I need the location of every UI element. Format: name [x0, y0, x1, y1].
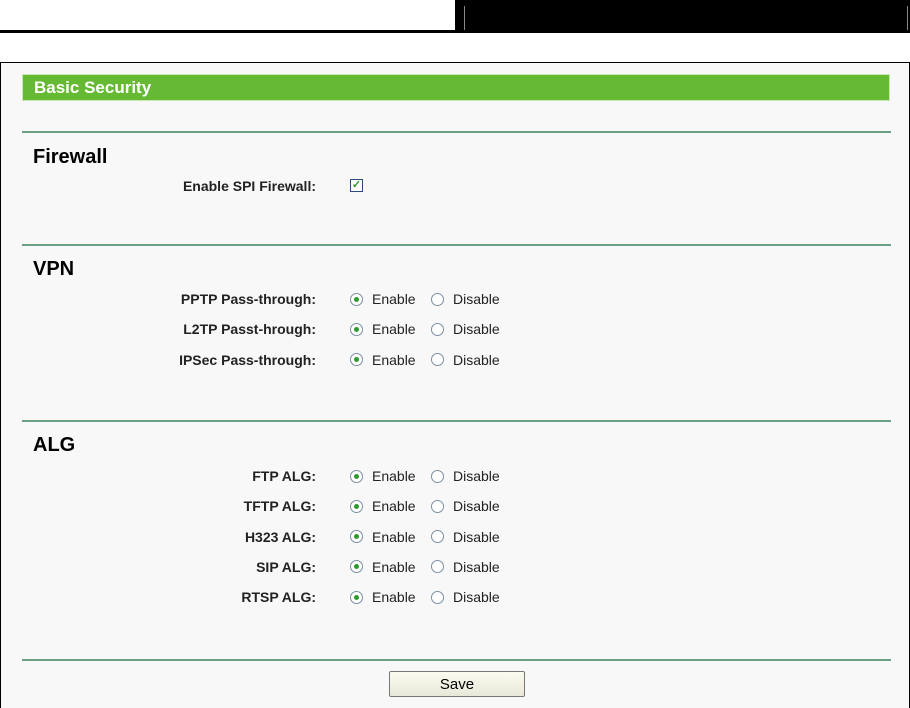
setting-label: H323 ALG: — [244, 528, 316, 545]
setting-row: FTP ALG: Enable Disable — [1, 468, 901, 488]
enable-option[interactable]: Enable — [350, 498, 416, 514]
enable-option[interactable]: Enable — [350, 468, 416, 484]
enable-option[interactable]: Enable — [350, 529, 416, 545]
enable-option[interactable]: Enable — [350, 321, 416, 337]
disable-option[interactable]: Disable — [431, 559, 500, 575]
disable-radio[interactable] — [431, 353, 444, 367]
enable-option[interactable]: Enable — [350, 559, 416, 575]
setting-label: TFTP ALG: — [243, 498, 316, 515]
divider — [22, 659, 891, 661]
enable-radio[interactable] — [350, 560, 363, 574]
enable-option[interactable]: Enable — [350, 291, 416, 307]
page-header-rule — [0, 30, 455, 33]
disable-label: Disable — [453, 498, 500, 515]
setting-label: FTP ALG: — [252, 468, 316, 484]
divider — [22, 131, 891, 133]
disable-option[interactable]: Disable — [431, 468, 500, 484]
enable-label: Enable — [372, 351, 416, 368]
disable-radio[interactable] — [431, 590, 444, 604]
enable-label: Enable — [372, 589, 416, 606]
disable-option[interactable]: Disable — [431, 321, 500, 337]
save-button[interactable]: Save — [389, 671, 525, 697]
disable-label: Disable — [453, 291, 500, 307]
enable-option[interactable]: Enable — [350, 352, 416, 368]
enable-radio[interactable] — [350, 469, 363, 483]
basic-security-panel: Basic Security Firewall Enable SPI Firew… — [0, 62, 910, 708]
disable-option[interactable]: Disable — [431, 498, 500, 514]
spi-firewall-checkbox[interactable]: ✓ — [350, 179, 363, 192]
disable-radio[interactable] — [431, 499, 444, 513]
enable-radio[interactable] — [350, 530, 363, 544]
setting-label: RTSP ALG: — [241, 589, 316, 606]
setting-label: SIP ALG: — [256, 558, 316, 575]
setting-row: L2TP Passt-hrough: Enable Disable — [1, 321, 901, 341]
enable-label: Enable — [372, 468, 416, 484]
page-header-bar — [455, 0, 910, 33]
disable-label: Disable — [453, 558, 500, 575]
firewall-heading: Firewall — [33, 146, 108, 168]
disable-radio[interactable] — [431, 530, 444, 544]
enable-label: Enable — [372, 291, 416, 307]
enable-option[interactable]: Enable — [350, 589, 416, 605]
alg-heading: ALG — [33, 434, 76, 456]
disable-radio[interactable] — [431, 469, 444, 483]
enable-radio[interactable] — [350, 590, 363, 604]
disable-label: Disable — [453, 528, 500, 545]
disable-label: Disable — [453, 468, 500, 484]
setting-row: SIP ALG: Enable Disable — [1, 559, 901, 579]
disable-label: Disable — [453, 351, 500, 368]
disable-option[interactable]: Disable — [431, 589, 500, 605]
disable-option[interactable]: Disable — [431, 291, 500, 307]
enable-label: Enable — [372, 558, 416, 575]
setting-label: IPSec Pass-through: — [179, 351, 316, 368]
disable-label: Disable — [453, 589, 500, 606]
divider — [22, 420, 891, 422]
setting-row: TFTP ALG: Enable Disable — [1, 498, 901, 518]
divider — [22, 244, 891, 246]
setting-row: H323 ALG: Enable Disable — [1, 529, 901, 549]
panel-title: Basic Security — [22, 74, 890, 101]
setting-row: RTSP ALG: Enable Disable — [1, 589, 901, 609]
vpn-heading: VPN — [33, 258, 75, 280]
setting-row: PPTP Pass-through: Enable Disable — [1, 291, 901, 311]
enable-label: Enable — [372, 498, 416, 515]
spi-firewall-label: Enable SPI Firewall: — [182, 178, 316, 194]
enable-radio[interactable] — [350, 322, 363, 336]
enable-label: Enable — [372, 528, 416, 545]
setting-label: PPTP Pass-through: — [180, 291, 316, 307]
enable-radio[interactable] — [350, 292, 363, 306]
enable-radio[interactable] — [350, 353, 363, 367]
disable-radio[interactable] — [431, 292, 444, 306]
spi-firewall-row: Enable SPI Firewall: ✓ — [1, 178, 901, 198]
setting-label: L2TP Passt-hrough: — [183, 321, 316, 338]
disable-option[interactable]: Disable — [431, 352, 500, 368]
disable-option[interactable]: Disable — [431, 529, 500, 545]
setting-row: IPSec Pass-through: Enable Disable — [1, 352, 901, 372]
enable-label: Enable — [372, 321, 416, 338]
disable-radio[interactable] — [431, 322, 444, 336]
disable-radio[interactable] — [431, 560, 444, 574]
disable-label: Disable — [453, 321, 500, 338]
enable-radio[interactable] — [350, 499, 363, 513]
